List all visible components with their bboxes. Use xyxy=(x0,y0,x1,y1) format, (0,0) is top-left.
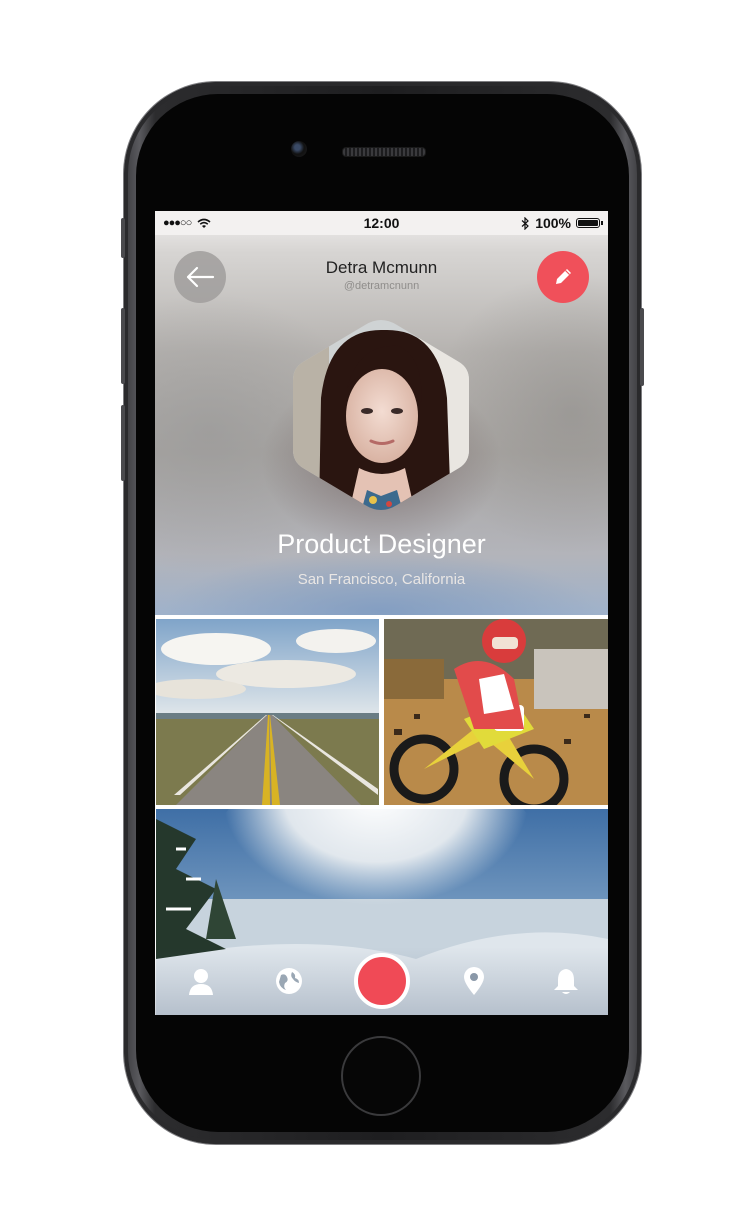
tab-location[interactable] xyxy=(458,965,490,997)
user-icon xyxy=(189,969,213,995)
profile-title: Product Designer xyxy=(277,529,486,559)
record-button[interactable] xyxy=(354,953,410,1009)
mute-switch xyxy=(121,218,125,258)
location-pin-icon xyxy=(464,967,484,995)
status-left: ●●●○○ xyxy=(163,217,211,229)
photo-road[interactable] xyxy=(156,619,379,805)
volume-up-button xyxy=(121,308,125,384)
bluetooth-icon xyxy=(521,216,530,230)
volume-down-button xyxy=(121,405,125,481)
battery-icon xyxy=(576,218,603,228)
power-button xyxy=(640,308,644,386)
profile-header: Detra Mcmunn @detramcnunn Product Design… xyxy=(155,211,608,615)
status-right: 100% xyxy=(521,215,603,231)
status-bar: ●●●○○ 12:00 100% xyxy=(155,211,608,235)
globe-icon xyxy=(276,968,302,994)
signal-strength-icon: ●●●○○ xyxy=(163,217,192,229)
photo-motocross[interactable]: 23 xyxy=(384,619,608,805)
motocross-image: 23 xyxy=(384,619,608,805)
pencil-icon xyxy=(556,269,571,284)
tab-explore[interactable] xyxy=(273,965,305,997)
tab-bar xyxy=(155,947,608,1015)
avatar[interactable] xyxy=(289,318,473,512)
tab-notifications[interactable] xyxy=(550,965,582,997)
home-button[interactable] xyxy=(341,1036,421,1116)
battery-percent: 100% xyxy=(535,215,571,231)
bell-icon xyxy=(554,969,578,994)
front-camera xyxy=(291,141,307,157)
profile-location: San Francisco, California xyxy=(297,571,466,588)
edit-button[interactable] xyxy=(537,251,589,303)
wifi-icon xyxy=(197,218,211,228)
tab-profile[interactable] xyxy=(185,965,217,997)
earpiece-speaker xyxy=(342,147,426,157)
road-image xyxy=(156,619,379,805)
screen: Detra Mcmunn @detramcnunn Product Design… xyxy=(155,211,608,1015)
